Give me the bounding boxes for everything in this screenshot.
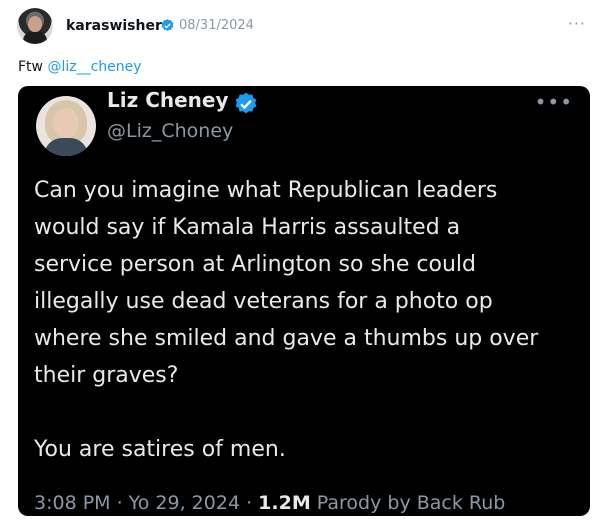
embedded-handle: @Liz_Choney: [107, 120, 234, 142]
verified-badge-icon: [161, 18, 174, 31]
embedded-tweet-text: Can you imagine what Republican leaders …: [34, 172, 579, 468]
tweet-line-last: You are satires of men.: [34, 437, 286, 462]
embedded-footer: 3:08 PM · Yo 29, 2024 · 1.2M Parody by B…: [34, 492, 505, 514]
post-caption: Ftw @liz__cheney: [18, 59, 142, 75]
footer-views: 1.2M: [258, 492, 311, 514]
tweet-line: where she smiled and gave a thumbs up ov…: [34, 326, 539, 351]
caption-text: Ftw: [18, 59, 48, 75]
tweet-line: Can you imagine what Republican leaders: [34, 178, 498, 203]
embedded-tweet-image[interactable]: Liz Cheney @Liz_Choney ••• Can you imagi…: [18, 86, 590, 516]
caption-mention-link[interactable]: @liz__cheney: [47, 59, 141, 75]
more-options-icon[interactable]: ···: [568, 14, 586, 33]
tweet-line: illegally use dead veterans for a photo …: [34, 289, 493, 314]
tweet-line: their graves?: [34, 363, 179, 388]
embedded-name: Liz Cheney: [107, 88, 229, 112]
embedded-avatar: [36, 96, 96, 156]
avatar[interactable]: [17, 8, 53, 44]
tweet-line: service person at Arlington so she could: [34, 252, 476, 277]
verified-badge-icon: [235, 92, 257, 114]
avatar-body: [44, 138, 88, 156]
post-date: 08/31/2024: [179, 18, 254, 33]
post-header: karaswisher 08/31/2024 ···: [17, 8, 592, 44]
tweet-line: would say if Kamala Harris assaulted a: [34, 215, 461, 240]
avatar-shirt: [23, 31, 47, 44]
embedded-more-icon: •••: [534, 90, 573, 114]
footer-source: Parody by Back Rub: [310, 492, 506, 514]
footer-time: 3:08 PM · Yo 29, 2024 ·: [34, 492, 259, 514]
avatar-face: [28, 16, 42, 32]
avatar-face: [53, 108, 79, 138]
username[interactable]: karaswisher: [66, 18, 162, 34]
